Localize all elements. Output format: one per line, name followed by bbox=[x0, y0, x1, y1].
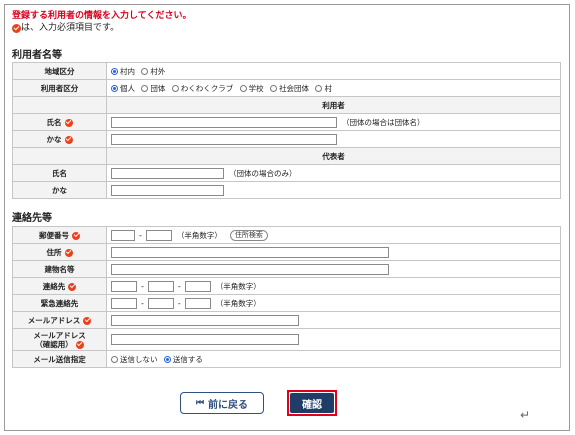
email-confirm-input[interactable] bbox=[111, 334, 299, 345]
required-check-icon bbox=[75, 340, 84, 349]
user-band-label: 利用者 bbox=[106, 96, 561, 114]
row-email: メールアドレス bbox=[12, 311, 561, 329]
kana-label: かな bbox=[12, 130, 107, 148]
row-emergency: 緊急連絡先 - - （半角数字） bbox=[12, 294, 561, 312]
user-table: 地域区分 村内 村外 利用者区分 個人 団体 わくわくクラブ 学校 社会団体 村… bbox=[12, 62, 561, 199]
area-option-out[interactable]: 村外 bbox=[141, 66, 165, 77]
rep-kana-input[interactable] bbox=[111, 184, 224, 196]
emergency-note: （半角数字） bbox=[215, 298, 261, 308]
name-input[interactable] bbox=[111, 116, 337, 128]
row-user-type: 利用者区分 個人 団体 わくわくクラブ 学校 社会団体 村 bbox=[12, 79, 561, 97]
row-address: 住所 bbox=[12, 243, 561, 261]
section-title-contact: 連絡先等 bbox=[12, 213, 52, 224]
user-type-option-school[interactable]: 学校 bbox=[239, 83, 264, 94]
row-kana: かな bbox=[12, 130, 561, 148]
address-input[interactable] bbox=[111, 246, 389, 258]
user-type-label: 利用者区分 bbox=[12, 79, 107, 97]
email-confirm-label: メールアドレス （確認用） bbox=[12, 328, 107, 351]
confirm-button[interactable]: 確認 bbox=[290, 393, 334, 413]
emergency-input-3[interactable] bbox=[184, 297, 211, 309]
user-type-option-social[interactable]: 社会団体 bbox=[270, 83, 309, 94]
required-check-icon bbox=[83, 316, 92, 325]
back-button-label: 前に戻る bbox=[208, 399, 249, 411]
radio-icon[interactable] bbox=[315, 84, 323, 92]
required-check-icon bbox=[64, 135, 73, 144]
required-check-icon bbox=[72, 231, 80, 240]
row-postal: 郵便番号 - （半角数字） 住所検索 bbox=[12, 226, 561, 244]
return-arrow-icon: ↵ bbox=[520, 408, 531, 422]
phone-input-1[interactable] bbox=[111, 280, 137, 292]
user-type-option-village[interactable]: 村 bbox=[315, 83, 332, 94]
required-check-icon bbox=[64, 248, 73, 257]
address-search-button[interactable]: 住所検索 bbox=[229, 229, 268, 241]
area-option-in[interactable]: 村内 bbox=[111, 66, 135, 77]
phone-note: （半角数字） bbox=[215, 281, 261, 291]
required-note: は、入力必須項目です。 bbox=[12, 22, 119, 34]
row-phone: 連絡先 - - （半角数字） bbox=[12, 277, 561, 295]
building-label: 建物名等 bbox=[12, 260, 107, 278]
confirm-button-label: 確認 bbox=[302, 399, 322, 411]
postal-input-1[interactable] bbox=[111, 229, 135, 241]
emergency-label: 緊急連絡先 bbox=[12, 294, 107, 312]
radio-icon[interactable] bbox=[111, 67, 118, 75]
confirm-button-highlight: 確認 bbox=[287, 390, 337, 416]
row-mail-send: メール送信指定 送信しない 送信する bbox=[12, 350, 561, 368]
row-building: 建物名等 bbox=[12, 260, 561, 278]
name-label: 氏名 bbox=[12, 113, 107, 131]
emergency-input-1[interactable] bbox=[111, 297, 137, 309]
radio-icon[interactable] bbox=[270, 84, 278, 92]
required-note-text: は、入力必須項目です。 bbox=[21, 23, 120, 33]
phone-input-2[interactable] bbox=[147, 280, 174, 292]
email-label: メールアドレス bbox=[12, 311, 107, 329]
rep-band-label: 代表者 bbox=[106, 147, 561, 165]
contact-table: 郵便番号 - （半角数字） 住所検索 住所 建物名等 連絡先 - - （半角数字） 緊急… bbox=[12, 226, 561, 368]
radio-icon[interactable] bbox=[111, 84, 118, 92]
phone-input-3[interactable] bbox=[184, 280, 211, 292]
emergency-input-2[interactable] bbox=[147, 297, 174, 309]
required-check-icon bbox=[64, 118, 73, 127]
section-title-user: 利用者名等 bbox=[12, 50, 62, 61]
address-label: 住所 bbox=[12, 243, 107, 261]
mail-send-option-yes[interactable]: 送信する bbox=[163, 354, 203, 365]
user-type-option-group[interactable]: 団体 bbox=[141, 83, 165, 94]
postal-label: 郵便番号 bbox=[12, 226, 107, 244]
radio-icon[interactable] bbox=[141, 67, 149, 75]
skip-back-icon: ⏮ bbox=[195, 398, 205, 408]
user-type-option-individual[interactable]: 個人 bbox=[111, 83, 135, 94]
rep-name-note: （団体の場合のみ） bbox=[229, 168, 297, 178]
building-input[interactable] bbox=[111, 263, 389, 275]
kana-input[interactable] bbox=[111, 133, 337, 145]
name-note: （団体の場合は団体名） bbox=[342, 117, 425, 127]
radio-icon[interactable] bbox=[171, 84, 179, 92]
radio-icon[interactable] bbox=[239, 84, 247, 92]
row-area: 地域区分 村内 村外 bbox=[12, 62, 561, 80]
row-name: 氏名 （団体の場合は団体名） bbox=[12, 113, 561, 131]
radio-icon[interactable] bbox=[111, 355, 118, 363]
area-label: 地域区分 bbox=[12, 62, 107, 80]
user-type-option-club[interactable]: わくわくクラブ bbox=[171, 83, 233, 94]
email-input[interactable] bbox=[111, 314, 299, 326]
row-rep-kana: かな bbox=[12, 181, 561, 199]
postal-input-2[interactable] bbox=[145, 229, 172, 241]
rep-kana-label: かな bbox=[12, 181, 107, 199]
row-user-band: 利用者 bbox=[12, 96, 561, 114]
mail-send-label: メール送信指定 bbox=[12, 350, 107, 368]
back-button[interactable]: ⏮ 前に戻る bbox=[180, 392, 264, 414]
required-check-icon bbox=[12, 23, 21, 33]
mail-send-option-no[interactable]: 送信しない bbox=[111, 354, 158, 365]
row-rep-name: 氏名 （団体の場合のみ） bbox=[12, 164, 561, 182]
radio-icon[interactable] bbox=[163, 355, 171, 363]
rep-name-label: 氏名 bbox=[12, 164, 107, 182]
phone-label: 連絡先 bbox=[12, 277, 107, 295]
required-check-icon bbox=[68, 282, 77, 291]
notice-title: 登録する利用者の情報を入力してください。 bbox=[12, 11, 192, 21]
row-rep-band: 代表者 bbox=[12, 147, 561, 165]
radio-icon[interactable] bbox=[141, 84, 149, 92]
rep-name-input[interactable] bbox=[111, 167, 224, 179]
row-email-confirm: メールアドレス （確認用） bbox=[12, 328, 561, 351]
postal-note: （半角数字） bbox=[176, 230, 222, 240]
